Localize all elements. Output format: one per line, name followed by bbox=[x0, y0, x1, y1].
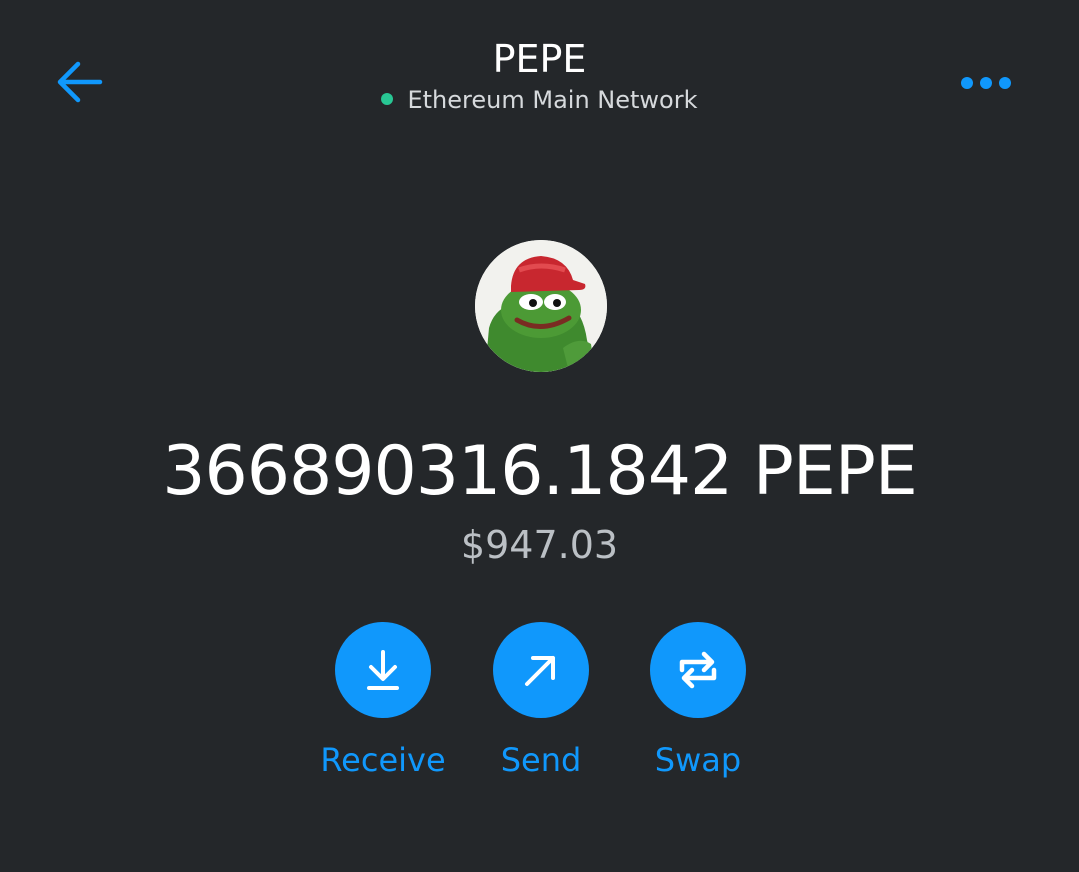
fiat-balance: $947.03 bbox=[460, 523, 619, 567]
network-name: Ethereum Main Network bbox=[407, 86, 698, 114]
swap-icon bbox=[679, 651, 717, 689]
swap-button[interactable]: Swap bbox=[618, 622, 778, 792]
receive-button[interactable]: Receive bbox=[303, 622, 463, 792]
network-status-dot bbox=[381, 93, 394, 105]
receive-label[interactable]: Receive bbox=[303, 740, 463, 780]
token-balance: 366890316.1842 PEPE bbox=[162, 432, 918, 511]
token-avatar bbox=[475, 240, 607, 372]
send-button-circle[interactable] bbox=[493, 622, 589, 718]
more-options-button[interactable] bbox=[956, 68, 1016, 98]
arrow-up-right-icon bbox=[525, 656, 555, 686]
send-label[interactable]: Send bbox=[461, 740, 621, 780]
page-title: PEPE bbox=[492, 37, 587, 81]
pepe-token-icon bbox=[475, 240, 607, 372]
more-dots-icon bbox=[961, 77, 1011, 89]
download-icon bbox=[367, 650, 399, 690]
network-indicator: Ethereum Main Network bbox=[0, 84, 1079, 116]
send-button[interactable]: Send bbox=[461, 622, 621, 792]
swap-button-circle[interactable] bbox=[650, 622, 746, 718]
receive-button-circle[interactable] bbox=[335, 622, 431, 718]
swap-label[interactable]: Swap bbox=[618, 740, 778, 780]
